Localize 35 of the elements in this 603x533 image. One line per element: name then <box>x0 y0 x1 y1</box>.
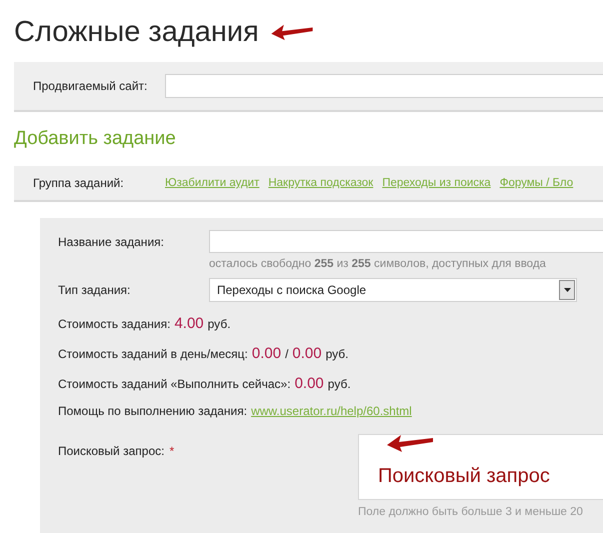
hint-text: Поле должно быть больше 3 и меньше 20 <box>358 506 584 518</box>
cost-value: 0.00 <box>292 345 322 362</box>
section-title: Добавить задание <box>14 128 177 151</box>
field-label: Продвигаемый сайт: <box>32 79 148 93</box>
field-label: Группа заданий: <box>32 176 125 190</box>
query-textarea[interactable]: Поисковый запрос <box>358 434 603 500</box>
currency-text: руб. <box>328 377 351 391</box>
required-mark: * <box>169 444 174 458</box>
arrow-icon <box>385 433 435 453</box>
input-field[interactable] <box>165 74 603 98</box>
separator-text: / <box>285 347 288 361</box>
cost-value: 0.00 <box>294 375 324 392</box>
input-field[interactable] <box>209 230 603 253</box>
field-label: Тип задания: <box>58 283 132 297</box>
currency-text: руб. <box>326 347 348 361</box>
cost-value: 4.00 <box>174 315 204 332</box>
field-label: Название задания: <box>58 234 165 248</box>
hint-text: осталось свободно 255 из 255 символов, доступных для ввода <box>209 258 547 270</box>
group-link[interactable]: Форумы / Бло <box>500 177 574 189</box>
help-link[interactable]: www.userator.ru/help/60.shtml <box>251 404 412 418</box>
currency-text: руб. <box>208 317 231 331</box>
arrow-icon <box>268 23 315 41</box>
cost-label: Стоимость заданий «Выполнить сейчас»: <box>58 377 291 391</box>
cost-value: 0.00 <box>252 345 282 362</box>
group-link[interactable]: Переходы из поиска <box>382 177 491 189</box>
cost-label: Стоимость заданий в день/месяц: <box>58 347 248 361</box>
cost-label: Стоимость задания: <box>58 317 170 331</box>
annotation-text: Поисковый запрос <box>378 465 550 488</box>
group-link[interactable]: Накрутка подсказок <box>268 177 374 189</box>
dropdown-icon <box>559 280 575 300</box>
select-field[interactable]: Переходы с поиска Google <box>209 278 577 302</box>
group-link[interactable]: Юзабилити аудит <box>165 177 260 189</box>
field-label: Поисковый запрос: <box>58 444 164 458</box>
page-title: Сложные задания <box>14 16 259 48</box>
help-label: Помощь по выполнению задания: <box>58 404 248 418</box>
